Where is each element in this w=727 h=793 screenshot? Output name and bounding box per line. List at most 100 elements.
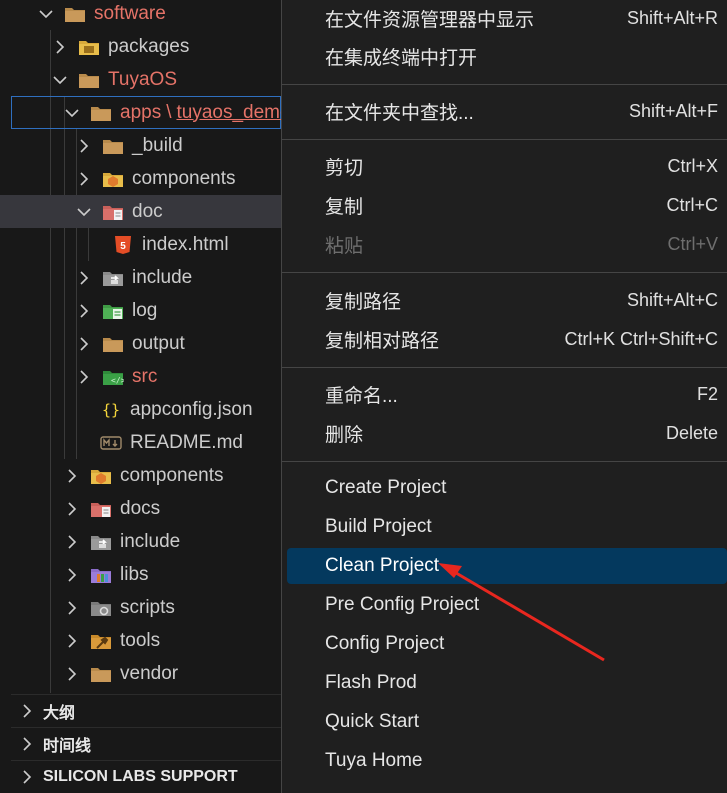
chevron-down-icon[interactable] — [76, 204, 92, 220]
chevron-right-icon[interactable] — [64, 600, 80, 616]
tree-item-apps-tuyaos-demo[interactable]: apps \ tuyaos_demo — [11, 96, 281, 129]
tree-item-label: docs — [120, 497, 161, 519]
menu-separator — [282, 367, 727, 368]
tree-item-components[interactable]: components — [0, 459, 281, 492]
menu-separator — [282, 84, 727, 85]
tree-item-output[interactable]: output — [0, 327, 281, 360]
tree-item-readme-md[interactable]: README.md — [0, 426, 281, 459]
menu-item-item-2[interactable]: 在文件夹中查找... Shift+Alt+F — [287, 93, 727, 129]
html-file-icon: 5 — [112, 235, 134, 255]
tree-item-label: tools — [120, 629, 161, 651]
tree-item-include[interactable]: include — [0, 525, 281, 558]
chevron-right-icon[interactable] — [76, 369, 92, 385]
menu-item-shortcut: F2 — [696, 383, 718, 404]
tree-item-software[interactable]: software — [0, 0, 281, 30]
tree-item-components[interactable]: components — [0, 162, 281, 195]
menu-item-label: Pre Config Project — [325, 594, 480, 615]
folder-icon — [90, 565, 112, 585]
menu-item-item-6[interactable]: 复制路径 Shift+Alt+C — [287, 282, 727, 318]
tree-item-label-prefix: apps — [120, 101, 162, 123]
tree-item-label: TuyaOS — [108, 68, 177, 90]
tree-item-libs[interactable]: libs — [0, 558, 281, 591]
menu-separator — [282, 461, 727, 462]
chevron-right-icon[interactable] — [64, 633, 80, 649]
menu-item-shortcut: Delete — [665, 422, 718, 443]
chevron-right-icon — [19, 703, 35, 719]
menu-item-quick-start[interactable]: Quick Start — [287, 704, 727, 740]
chevron-right-icon[interactable] — [76, 138, 92, 154]
tree-item-label: software — [94, 2, 166, 24]
tree-item-appconfig-json[interactable]: {} appconfig.json — [0, 393, 281, 426]
menu-item-item-8[interactable]: 重命名... F2 — [287, 376, 727, 412]
menu-item-clean-project[interactable]: Clean Project — [287, 548, 727, 584]
tree-item-docs[interactable]: docs — [0, 492, 281, 525]
chevron-down-icon[interactable] — [64, 105, 80, 121]
chevron-right-icon[interactable] — [76, 336, 92, 352]
tree-item-label: appconfig.json — [130, 398, 253, 420]
menu-item-item-4[interactable]: 复制 Ctrl+C — [287, 187, 727, 223]
menu-item-shortcut: Ctrl+V — [667, 233, 718, 254]
menu-item-label: 删除 — [325, 424, 364, 446]
folder-icon — [64, 4, 86, 24]
folder-icon — [102, 202, 124, 222]
menu-item-item-5: 粘贴 Ctrl+V — [287, 226, 727, 262]
chevron-right-icon[interactable] — [64, 501, 80, 517]
tree-item-scripts[interactable]: scripts — [0, 591, 281, 624]
tree-item-label: packages — [108, 35, 190, 57]
menu-item-item-0[interactable]: 在文件资源管理器中显示 Shift+Alt+R — [287, 0, 727, 36]
menu-item-item-1[interactable]: 在集成终端中打开 — [287, 38, 727, 74]
menu-item-shortcut: Shift+Alt+F — [628, 100, 718, 121]
md-file-icon — [100, 433, 122, 453]
tree-item-doc[interactable]: doc — [0, 195, 281, 228]
tree-item-packages[interactable]: packages — [0, 30, 281, 63]
chevron-right-icon[interactable] — [64, 534, 80, 550]
tree-item-tuyaos[interactable]: TuyaOS — [0, 63, 281, 96]
path-separator: \ — [166, 101, 172, 123]
menu-item-config-project[interactable]: Config Project — [287, 626, 727, 662]
menu-item-tuya-home[interactable]: Tuya Home — [287, 743, 727, 779]
menu-item-build-project[interactable]: Build Project — [287, 509, 727, 545]
menu-item-shortcut: Ctrl+X — [667, 155, 718, 176]
chevron-down-icon[interactable] — [38, 6, 54, 22]
menu-item-item-3[interactable]: 剪切 Ctrl+X — [287, 148, 727, 184]
menu-item-pre-config-project[interactable]: Pre Config Project — [287, 587, 727, 623]
folder-icon — [102, 301, 124, 321]
menu-item-item-9[interactable]: 删除 Delete — [287, 415, 727, 451]
folder-icon — [78, 70, 100, 90]
section-title: SILICON LABS SUPPORT — [43, 768, 238, 785]
menu-item-item-7[interactable]: 复制相对路径 Ctrl+K Ctrl+Shift+C — [287, 321, 727, 357]
menu-item-flash-prod[interactable]: Flash Prod — [287, 665, 727, 701]
tree-item-build[interactable]: _build — [0, 129, 281, 162]
menu-item-label: 剪切 — [325, 157, 364, 179]
menu-item-shortcut: Shift+Alt+C — [626, 289, 718, 310]
file-explorer: software packages TuyaOS apps \ tuyaos_demo _b… — [0, 0, 281, 793]
chevron-right-icon[interactable] — [52, 39, 68, 55]
tree-item-label: doc — [132, 200, 163, 222]
menu-item-label: Clean Project — [325, 555, 440, 576]
tree-item-vendor[interactable]: vendor — [0, 657, 281, 690]
section-header-timeline[interactable]: 时间线 — [11, 727, 281, 760]
tree-item-src[interactable]: </> src — [0, 360, 281, 393]
tree-item-label: _build — [132, 134, 183, 156]
chevron-right-icon[interactable] — [76, 270, 92, 286]
tree-item-include[interactable]: include — [0, 261, 281, 294]
chevron-right-icon[interactable] — [64, 666, 80, 682]
section-title: 大纲 — [43, 705, 76, 722]
tree-item-tools[interactable]: tools — [0, 624, 281, 657]
chevron-down-icon[interactable] — [52, 72, 68, 88]
menu-item-label: 在集成终端中打开 — [325, 47, 478, 69]
tree-item-index-html[interactable]: 5 index.html — [0, 228, 281, 261]
chevron-right-icon[interactable] — [64, 567, 80, 583]
tree-item-label: libs — [120, 563, 149, 585]
folder-icon — [90, 664, 112, 684]
section-header-outline[interactable]: 大纲 — [11, 694, 281, 727]
section-header-silicon-labs-support[interactable]: SILICON LABS SUPPORT — [11, 760, 281, 793]
chevron-right-icon[interactable] — [64, 468, 80, 484]
chevron-right-icon[interactable] — [76, 171, 92, 187]
folder-icon — [102, 136, 124, 156]
menu-item-shortcut: Ctrl+K Ctrl+Shift+C — [564, 328, 718, 349]
menu-item-create-project[interactable]: Create Project — [287, 470, 727, 506]
chevron-right-icon[interactable] — [76, 303, 92, 319]
tree-item-log[interactable]: log — [0, 294, 281, 327]
tree-item-label: scripts — [120, 596, 175, 618]
